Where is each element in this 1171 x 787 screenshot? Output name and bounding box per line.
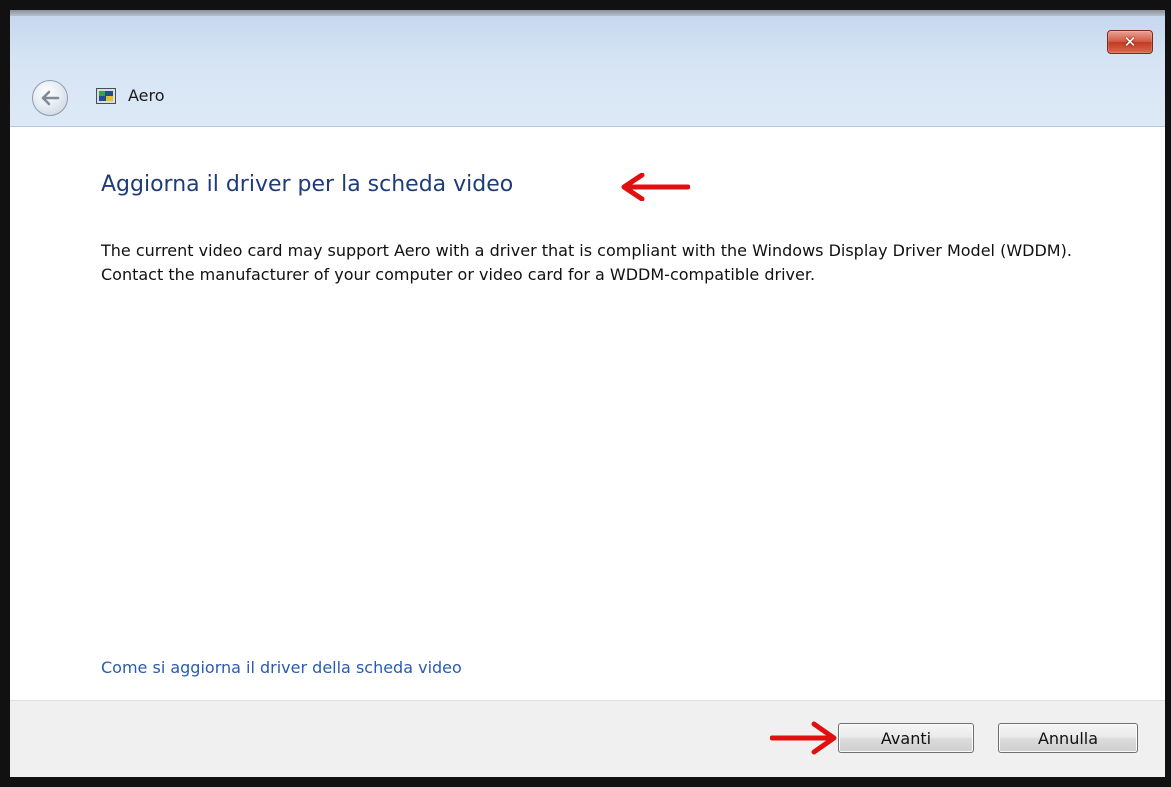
cancel-button[interactable]: Annulla <box>998 723 1138 753</box>
page-title: Aggiorna il driver per la scheda video <box>101 172 514 197</box>
back-arrow-icon <box>41 90 60 106</box>
description-text: The current video card may support Aero … <box>101 241 1072 284</box>
back-button[interactable] <box>32 80 68 116</box>
title-bar: ✕ Aero <box>10 16 1165 127</box>
next-button[interactable]: Avanti <box>838 723 974 753</box>
window-title: Aero <box>128 86 165 105</box>
content-area: Aggiorna il driver per la scheda video T… <box>10 127 1165 700</box>
close-button[interactable]: ✕ <box>1107 30 1153 54</box>
help-link[interactable]: Come si aggiorna il driver della scheda … <box>101 658 462 677</box>
red-arrow-icon <box>621 173 690 201</box>
dialog-window: ✕ Aero Aggiorna il driver per la scheda … <box>10 10 1165 777</box>
screenshot-frame: ✕ Aero Aggiorna il driver per la scheda … <box>0 0 1171 787</box>
button-bar: Avanti Annulla <box>10 700 1165 777</box>
close-icon: ✕ <box>1123 32 1137 51</box>
red-arrow-icon <box>770 721 837 755</box>
display-icon <box>96 88 116 104</box>
